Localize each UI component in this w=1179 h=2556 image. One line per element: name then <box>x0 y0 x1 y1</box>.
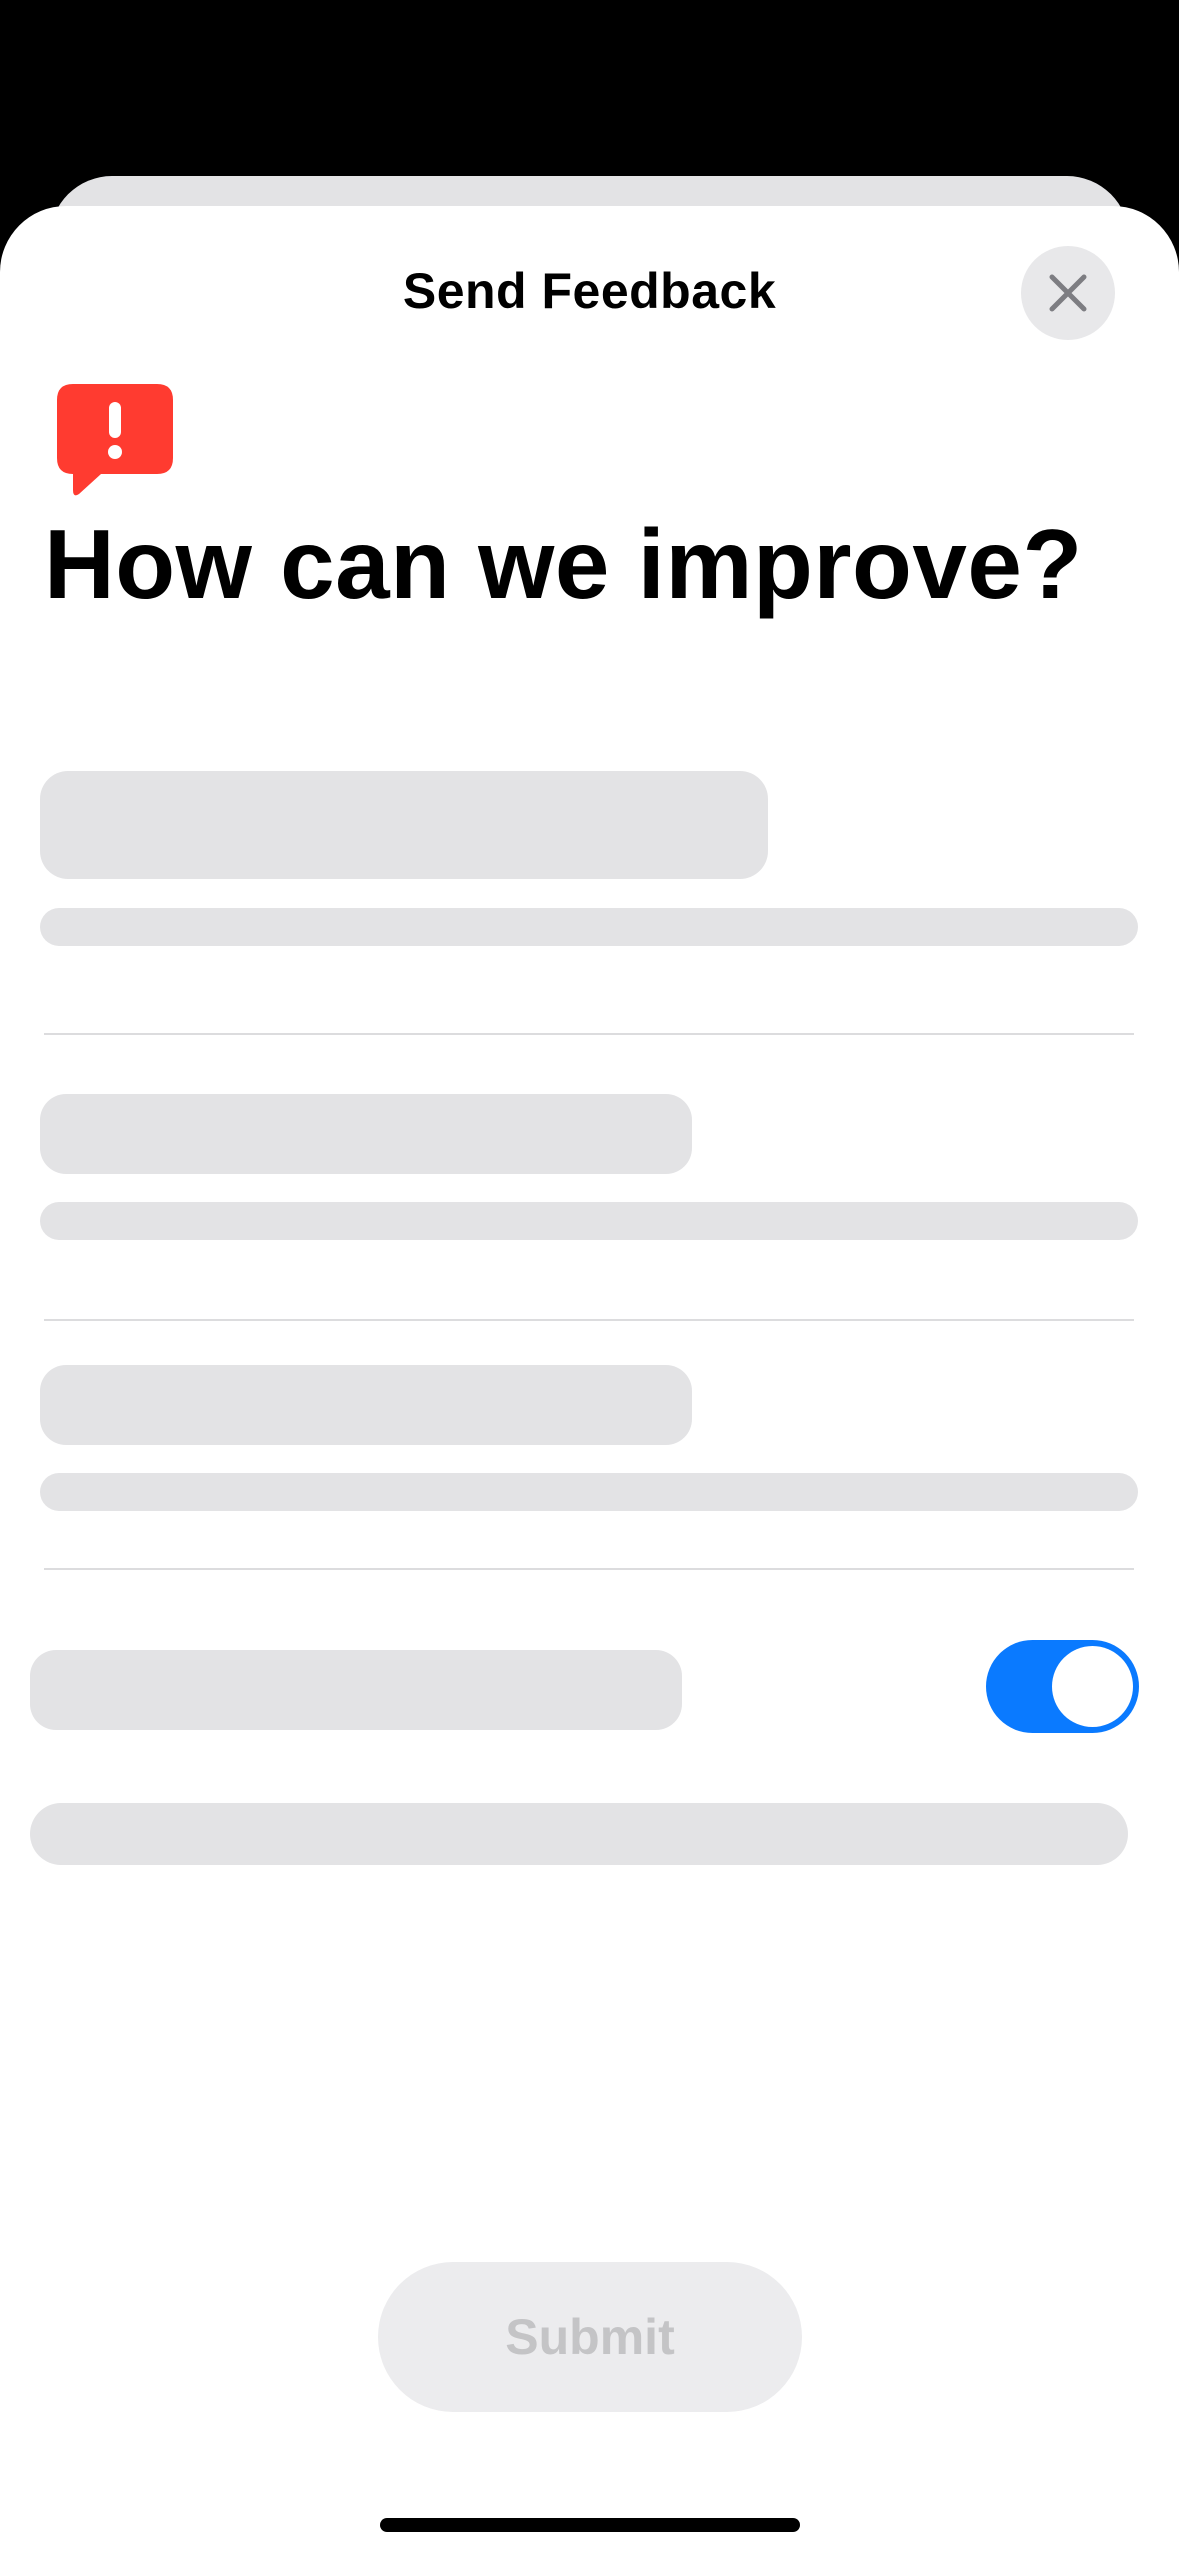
skeleton-line-2 <box>40 1202 1138 1240</box>
skeleton-title-3 <box>40 1365 692 1445</box>
divider-3 <box>44 1568 1134 1570</box>
divider-2 <box>44 1319 1134 1321</box>
close-button[interactable] <box>1021 246 1115 340</box>
skeleton-toggle-label <box>30 1650 682 1730</box>
home-indicator[interactable] <box>380 2518 800 2532</box>
skeleton-line-1 <box>40 908 1138 946</box>
toggle-knob <box>1052 1646 1133 1727</box>
divider-1 <box>44 1033 1134 1035</box>
page-headline: How can we improve? <box>44 509 1083 619</box>
feedback-sheet: Send Feedback How can we improve? Submit <box>0 206 1179 2556</box>
skeleton-title-1 <box>40 771 768 879</box>
skeleton-line-3 <box>40 1473 1138 1511</box>
xmark-icon <box>1049 274 1087 312</box>
option-toggle[interactable] <box>986 1640 1139 1733</box>
exclamation-bubble-icon <box>57 384 173 496</box>
skeleton-line-4 <box>30 1803 1128 1865</box>
sheet-title: Send Feedback <box>402 263 777 319</box>
submit-button[interactable]: Submit <box>378 2262 802 2412</box>
skeleton-title-2 <box>40 1094 692 1174</box>
screen: Send Feedback How can we improve? Submit <box>0 0 1179 2556</box>
